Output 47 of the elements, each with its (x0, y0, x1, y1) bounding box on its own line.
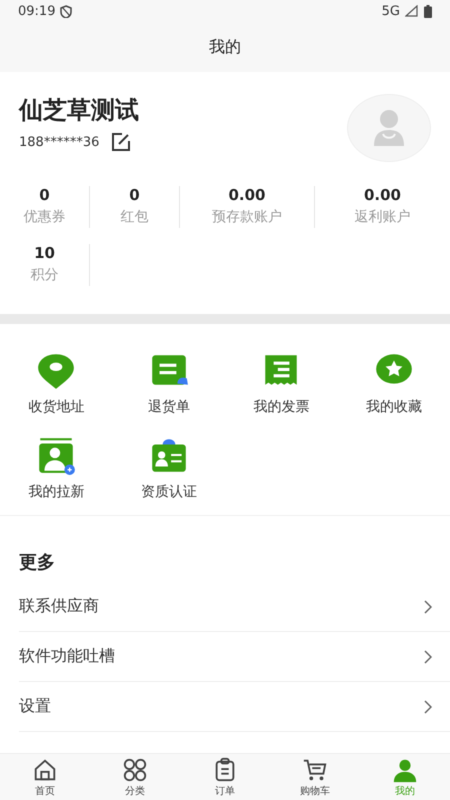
stat-value: 0 (39, 186, 50, 204)
battery-icon (424, 4, 432, 18)
service-item[interactable]: 收货地址 (0, 350, 112, 416)
shield-icon (60, 4, 72, 18)
account-stat[interactable]: 0.00 返利账户 (315, 186, 450, 228)
edit-icon[interactable] (111, 132, 132, 152)
menu-item[interactable]: 软件功能吐槽 (19, 632, 450, 682)
menu-item-label: 联系供应商 (19, 596, 99, 617)
service-item[interactable]: 我的拉新 (0, 435, 112, 501)
service-item[interactable]: 我的发票 (225, 350, 338, 416)
account-stat[interactable]: 0 红包 (90, 186, 180, 228)
user-name: 仙芝草测试 (19, 95, 139, 126)
service-item[interactable]: 退货单 (112, 350, 225, 416)
menu-item-label: 设置 (19, 696, 51, 717)
account-stat[interactable]: 0.00 预存款账户 (180, 186, 315, 228)
signal-icon (405, 5, 419, 17)
chevron-right-icon (424, 700, 432, 714)
tab[interactable]: 购物车 (270, 754, 360, 800)
status-time: 09:19 (18, 4, 56, 18)
section-title: 更多 (19, 551, 56, 574)
stat-label: 返利账户 (354, 208, 410, 226)
stat-value: 0.00 (228, 186, 266, 204)
service-item[interactable]: 我的收藏 (338, 350, 450, 416)
stat-label: 红包 (120, 208, 148, 226)
stat-value: 0 (129, 186, 140, 204)
stat-label: 预存款账户 (212, 208, 282, 226)
network-label: 5G (382, 4, 400, 18)
phone-number: 188******36 (19, 134, 100, 150)
menu-item[interactable]: 联系供应商 (19, 582, 450, 632)
user-silhouette-icon (372, 108, 406, 148)
tab[interactable]: 首页 (0, 754, 90, 800)
account-stat[interactable]: 10 积分 (0, 244, 90, 286)
stat-label: 优惠券 (24, 208, 66, 226)
grid-icon (122, 756, 148, 782)
chevron-right-icon (424, 600, 432, 614)
tab[interactable]: 分类 (90, 754, 180, 800)
home-icon (32, 756, 58, 782)
stat-value: 10 (34, 244, 55, 262)
menu-item-label: 软件功能吐槽 (19, 646, 115, 667)
menu-item[interactable]: 设置 (19, 682, 450, 732)
account-stat[interactable]: 0 优惠券 (0, 186, 90, 228)
stat-value: 0.00 (364, 186, 401, 204)
tab[interactable]: 订单 (180, 754, 270, 800)
stat-label: 积分 (30, 266, 58, 284)
page-title: 我的 (209, 36, 241, 58)
service-item[interactable]: 资质认证 (112, 435, 225, 501)
chevron-right-icon (424, 650, 432, 664)
